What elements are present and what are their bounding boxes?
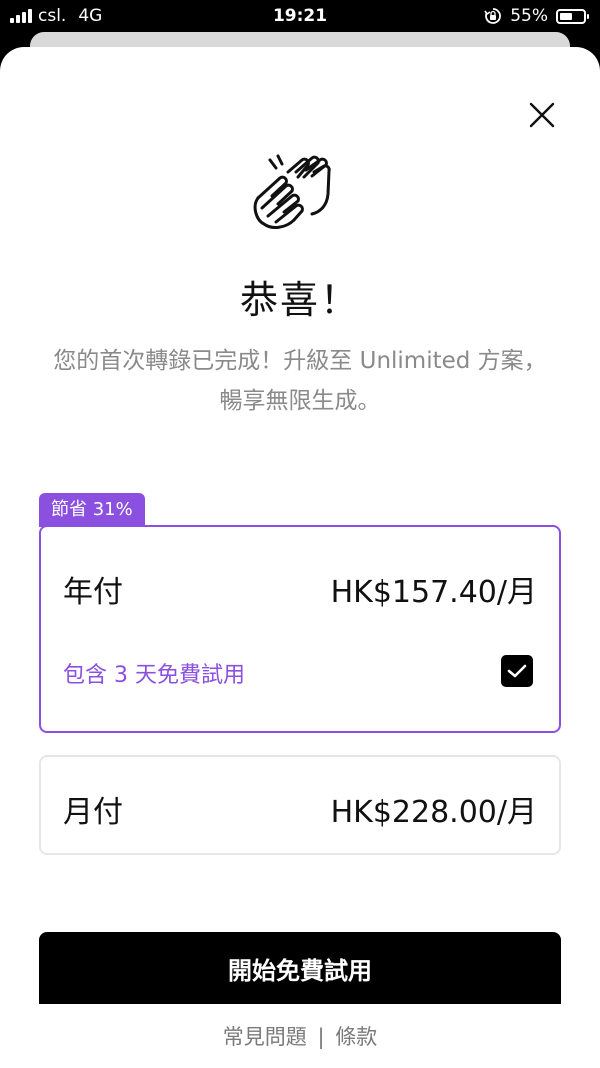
battery-icon	[556, 8, 589, 24]
rotation-lock-icon	[484, 8, 502, 24]
start-free-trial-button[interactable]: 開始免費試用	[39, 932, 561, 1004]
page-title: 恭喜！	[239, 278, 360, 322]
checkmark-icon	[507, 664, 527, 678]
status-right: 55%	[484, 6, 589, 26]
annual-plan-option[interactable]: 年付 HK$157.40/月 包含 3 天免費試用	[39, 525, 561, 733]
battery-percent: 55%	[510, 6, 548, 26]
plan-price: HK$228.00/月	[330, 795, 537, 830]
page-subtitle: 您的首次轉錄已完成！升級至 Unlimited 方案，暢享無限生成。	[53, 348, 547, 414]
terms-link[interactable]: 條款	[335, 1025, 377, 1049]
close-icon	[529, 102, 555, 128]
save-badge: 節省 31%	[39, 493, 145, 527]
footer-links: 常見問題 | 條款	[0, 1021, 600, 1051]
plan-price: HK$157.40/月	[330, 575, 537, 610]
monthly-plan-option[interactable]: 月付 HK$228.00/月	[39, 755, 561, 855]
plan-name: 月付	[63, 795, 123, 830]
close-button[interactable]	[524, 97, 560, 133]
plan-name: 年付	[63, 575, 123, 610]
clapping-hands-icon	[253, 154, 331, 229]
footer-separator: |	[317, 1025, 325, 1049]
faq-link[interactable]: 常見問題	[223, 1025, 307, 1049]
trial-checkbox[interactable]	[501, 655, 533, 687]
trial-label: 包含 3 天免費試用	[63, 663, 245, 688]
upgrade-sheet: 恭喜！ 您的首次轉錄已完成！升級至 Unlimited 方案，暢享無限生成。 節…	[0, 47, 600, 1068]
status-bar: csl. 4G 19:21 55%	[0, 0, 600, 34]
battery-fill	[560, 12, 572, 20]
